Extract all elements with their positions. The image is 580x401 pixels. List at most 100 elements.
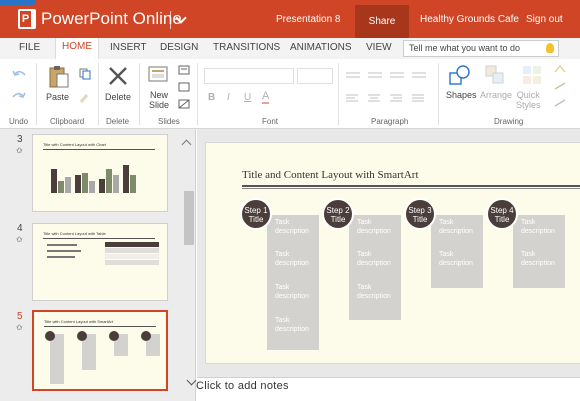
shapes-label[interactable]: Shapes bbox=[446, 90, 477, 100]
tell-me-placeholder: Tell me what you want to do bbox=[409, 43, 521, 53]
step-3-circle[interactable]: Step 3 Title bbox=[404, 198, 436, 230]
tab-insert[interactable]: INSERT bbox=[110, 42, 147, 53]
step-label: Step 2 bbox=[326, 206, 350, 215]
tab-transitions[interactable]: TRANSITIONS bbox=[213, 42, 280, 53]
tab-animations[interactable]: ANIMATIONS bbox=[290, 42, 351, 53]
quick-styles-label-line2: Styles bbox=[516, 100, 541, 110]
quick-styles-label[interactable]: Quick Styles bbox=[516, 90, 541, 110]
task-text: Task description bbox=[275, 219, 309, 235]
sign-out-link[interactable]: Sign out bbox=[526, 14, 563, 25]
duplicate-slide-icon[interactable] bbox=[178, 82, 190, 92]
group-divider bbox=[438, 63, 439, 125]
slide-thumbnail-4[interactable]: Title with Content Layout with Table bbox=[32, 223, 168, 301]
clipboard-group-label: Clipboard bbox=[50, 117, 85, 126]
font-size-select[interactable] bbox=[297, 68, 333, 84]
delete-group-label: Delete bbox=[106, 117, 130, 126]
delete-icon[interactable] bbox=[108, 66, 128, 86]
title-underline bbox=[242, 185, 580, 187]
copy-icon[interactable] bbox=[79, 68, 91, 80]
transition-star-icon: ✩ bbox=[16, 146, 23, 155]
lightbulb-icon bbox=[546, 43, 554, 53]
group-divider bbox=[338, 63, 339, 125]
share-button[interactable]: Share bbox=[355, 5, 409, 38]
new-slide-label[interactable]: New Slide bbox=[149, 90, 169, 110]
new-slide-icon[interactable] bbox=[148, 65, 170, 85]
font-name-select[interactable] bbox=[204, 68, 294, 84]
tab-home[interactable]: HOME bbox=[55, 38, 99, 59]
task-text: Task description bbox=[275, 251, 309, 267]
notes-placeholder[interactable]: Click to add notes bbox=[196, 380, 289, 392]
alignment-icons[interactable] bbox=[346, 94, 428, 104]
delete-label[interactable]: Delete bbox=[105, 92, 131, 102]
tab-design[interactable]: DESIGN bbox=[160, 42, 198, 53]
paste-icon[interactable] bbox=[47, 65, 69, 89]
user-name[interactable]: Healthy Grounds Cafe bbox=[420, 14, 519, 25]
office-apps-tab[interactable] bbox=[0, 0, 36, 6]
tell-me-search-input[interactable]: Tell me what you want to do bbox=[403, 40, 559, 57]
slide-thumbnail-3[interactable]: Title with Content Layout with Chart bbox=[32, 134, 168, 212]
step-label: Title bbox=[412, 215, 428, 224]
thumbnail-title: Title with Content Layout with SmartArt bbox=[44, 319, 113, 324]
step-label: Title bbox=[330, 215, 346, 224]
step-4-circle[interactable]: Step 4 Title bbox=[486, 198, 518, 230]
slide-thumbnail-5[interactable]: Title with Content Layout with SmartArt bbox=[32, 310, 168, 391]
drawing-group-label: Drawing bbox=[494, 117, 524, 126]
task-text: Task description bbox=[357, 251, 391, 267]
slide-title[interactable]: Title and Content Layout with SmartArt bbox=[242, 169, 419, 181]
current-slide[interactable]: Title and Content Layout with SmartArt S… bbox=[205, 142, 580, 364]
italic-icon[interactable]: I bbox=[227, 92, 230, 103]
paste-label[interactable]: Paste bbox=[46, 92, 69, 102]
underline-icon[interactable]: U bbox=[244, 92, 251, 103]
task-text: Task description bbox=[439, 251, 473, 267]
tab-view[interactable]: VIEW bbox=[366, 42, 392, 53]
thumbnail-table-icon bbox=[47, 242, 159, 265]
format-painter-icon[interactable] bbox=[79, 92, 91, 104]
bold-icon[interactable]: B bbox=[208, 92, 215, 103]
slide-editing-area: Title and Content Layout with SmartArt S… bbox=[197, 129, 580, 401]
thumbnail-number: 5 bbox=[17, 311, 23, 322]
task-text: Task description bbox=[521, 219, 555, 235]
title-underline-thin bbox=[242, 188, 580, 189]
ribbon-tabs: FILE HOME INSERT DESIGN TRANSITIONS ANIM… bbox=[0, 38, 580, 59]
thumbnail-chart-icon bbox=[51, 165, 136, 193]
task-text: Task description bbox=[357, 219, 391, 235]
thumbnail-title: Title with Content Layout with Chart bbox=[43, 142, 106, 147]
step-2-circle[interactable]: Step 2 Title bbox=[322, 198, 354, 230]
group-divider bbox=[197, 63, 198, 125]
task-text: Task description bbox=[439, 219, 473, 235]
task-text: Task description bbox=[275, 317, 309, 333]
font-color-icon[interactable]: A bbox=[262, 90, 270, 104]
quick-styles-label-line1: Quick bbox=[516, 90, 540, 100]
step-label: Title bbox=[248, 215, 264, 224]
undo-icon[interactable] bbox=[12, 69, 26, 81]
task-text: Task description bbox=[357, 284, 391, 300]
redo-icon[interactable] bbox=[12, 91, 26, 103]
step-label: Title bbox=[494, 215, 510, 224]
transition-star-icon: ✩ bbox=[16, 235, 23, 244]
hide-slide-icon[interactable] bbox=[178, 99, 190, 109]
tab-file[interactable]: FILE bbox=[19, 42, 40, 53]
thumbnail-number: 3 bbox=[17, 134, 23, 145]
arrange-icon[interactable] bbox=[484, 64, 506, 88]
list-format-icons[interactable] bbox=[346, 71, 428, 81]
arrange-label[interactable]: Arrange bbox=[480, 90, 512, 100]
task-text: Task description bbox=[275, 284, 309, 300]
document-name[interactable]: Presentation 8 bbox=[276, 14, 341, 25]
powerpoint-logo-icon: P bbox=[18, 9, 36, 29]
scroll-up-arrow-icon[interactable] bbox=[181, 139, 192, 150]
thumbnail-title: Title with Content Layout with Table bbox=[43, 231, 106, 236]
shape-fill-outline-icons[interactable] bbox=[553, 64, 567, 114]
app-name[interactable]: PowerPoint Online bbox=[41, 9, 182, 29]
group-divider bbox=[139, 63, 140, 125]
paragraph-group-label: Paragraph bbox=[371, 117, 409, 126]
undo-group-label: Undo bbox=[9, 117, 29, 126]
layout-icon[interactable] bbox=[178, 65, 190, 75]
step-label: Step 4 bbox=[490, 206, 514, 215]
transition-star-icon: ✩ bbox=[16, 323, 23, 332]
thumbnail-scrollbar-thumb[interactable] bbox=[184, 191, 194, 245]
chevron-down-icon[interactable] bbox=[170, 11, 190, 29]
shapes-icon[interactable] bbox=[448, 64, 472, 88]
quick-styles-icon[interactable] bbox=[521, 64, 543, 88]
new-slide-label-line1: New bbox=[150, 90, 169, 100]
step-1-circle[interactable]: Step 1 Title bbox=[240, 198, 272, 230]
